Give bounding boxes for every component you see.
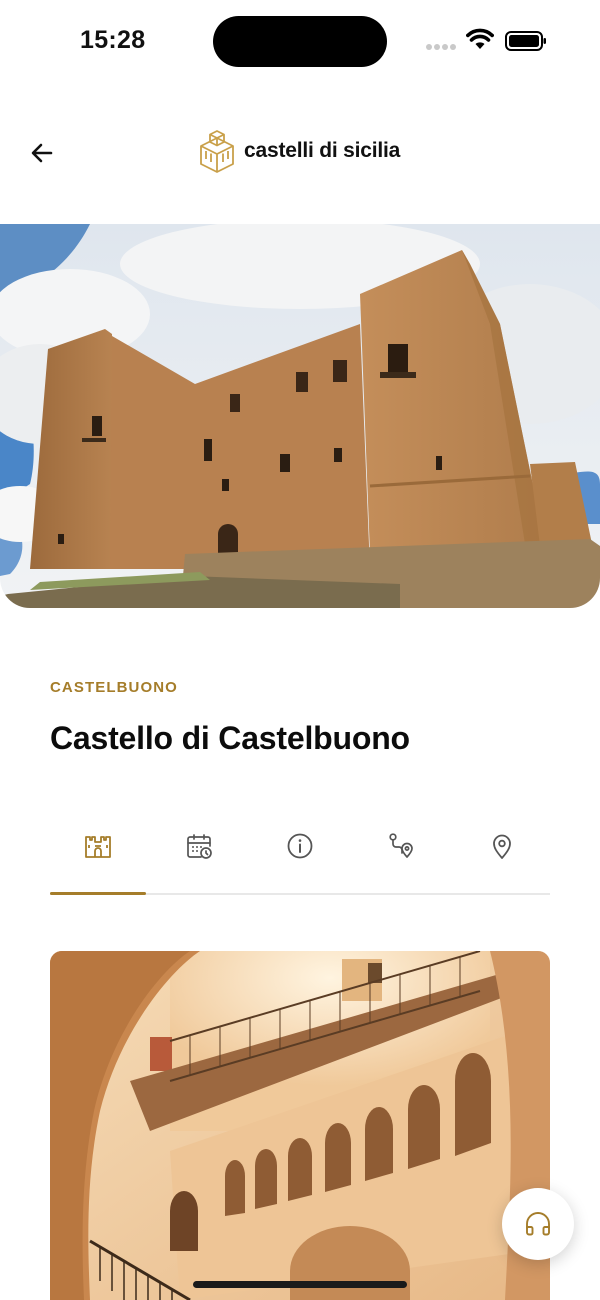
calendar-clock-icon [187, 834, 212, 859]
castle-title: Castello di Castelbuono [50, 720, 410, 756]
brand-header: castelli di sicilia [198, 128, 400, 174]
headphones-icon [526, 1212, 550, 1236]
detail-tabs [50, 820, 550, 896]
location-label: CASTELBUONO [50, 679, 178, 696]
audio-guide-button[interactable] [502, 1188, 574, 1260]
home-indicator [193, 1281, 407, 1288]
status-time: 15:28 [80, 26, 146, 54]
battery-icon [505, 31, 546, 51]
route-icon [389, 833, 413, 858]
tab-route[interactable] [353, 820, 449, 894]
arrow-left-icon [31, 143, 53, 163]
dynamic-island [213, 16, 387, 67]
active-tab-indicator [50, 892, 146, 895]
info-icon [287, 833, 313, 859]
wifi-icon [466, 28, 494, 49]
cellular-signal-icon [426, 44, 458, 50]
castle-cube-logo-icon [200, 130, 234, 173]
tab-castle[interactable] [50, 820, 146, 894]
tab-info[interactable] [252, 820, 348, 894]
back-button[interactable] [26, 136, 60, 170]
brand-name: castelli di sicilia [244, 139, 401, 162]
hero-castle-photo [0, 224, 600, 608]
courtyard-photo[interactable] [50, 951, 550, 1300]
tab-calendar[interactable] [151, 820, 247, 894]
map-pin-icon [493, 834, 511, 859]
tab-location[interactable] [454, 820, 550, 894]
castle-icon [85, 836, 111, 858]
status-bar: 15:28 [0, 0, 600, 84]
